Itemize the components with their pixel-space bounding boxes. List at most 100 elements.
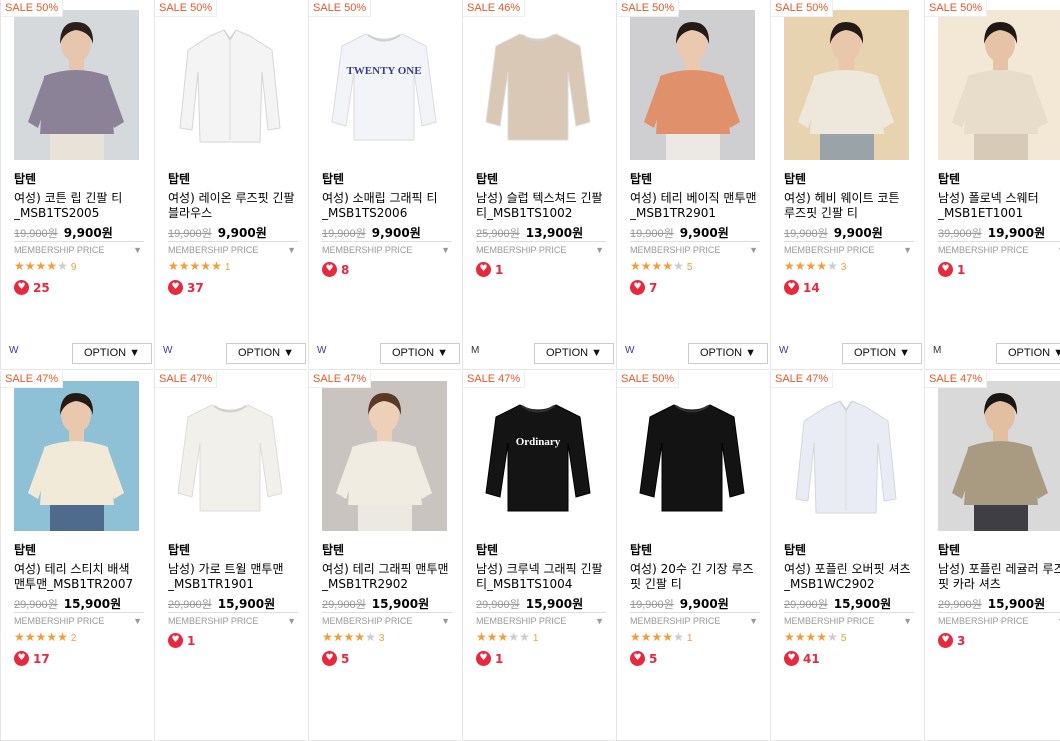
product-image[interactable]	[476, 10, 601, 160]
product-brand[interactable]: 탑텐	[14, 170, 36, 187]
product-name[interactable]: 여성) 헤비 웨이트 코튼 루즈핏 긴팔 티	[784, 191, 914, 221]
membership-price-toggle[interactable]: MEMBERSHIP PRICE▼	[322, 612, 452, 629]
like-counter[interactable]: ♥ 14	[784, 277, 820, 296]
product-name[interactable]: 남성) 폴로넥 스웨터 _MSB1ET1001	[938, 191, 1060, 221]
product-image[interactable]: TWENTY ONE	[322, 10, 447, 160]
membership-price-toggle[interactable]: MEMBERSHIP PRICE▼	[630, 612, 760, 629]
product-card[interactable]: SALE 50% 탑텐 여성) 테리 베이직 맨투맨_MSB1TR2901 19,9…	[616, 0, 769, 370]
product-brand[interactable]: 탑텐	[938, 170, 960, 187]
like-counter[interactable]: ♥ 7	[630, 277, 657, 296]
membership-price-toggle[interactable]: MEMBERSHIP PRICE▼	[14, 612, 144, 629]
product-image[interactable]	[168, 10, 293, 160]
product-brand[interactable]: 탑텐	[322, 170, 344, 187]
product-brand[interactable]: 탑텐	[14, 541, 36, 558]
heart-icon[interactable]: ♥	[476, 651, 491, 666]
product-brand[interactable]: 탑텐	[168, 170, 190, 187]
product-name[interactable]: 남성) 슬럽 텍스쳐드 긴팔 티_MSB1TS1002	[476, 191, 606, 221]
product-brand[interactable]: 탑텐	[630, 170, 652, 187]
heart-icon[interactable]: ♥	[168, 280, 183, 295]
product-card[interactable]: SALE 47% 탑텐 남성) 가로 트윌 맨투맨 _MSB1TR1901 29,90…	[154, 371, 307, 741]
product-card[interactable]: SALE 50% 탑텐 남성) 폴로넥 스웨터 _MSB1ET1001 39,900…	[924, 0, 1060, 370]
product-brand[interactable]: 탑텐	[168, 541, 190, 558]
option-button[interactable]: OPTION ▼	[72, 343, 152, 364]
membership-price-toggle[interactable]: MEMBERSHIP PRICE▼	[938, 612, 1060, 629]
product-name[interactable]: 여성) 20수 긴 기장 루즈핏 긴팔 티	[630, 562, 760, 592]
product-image[interactable]	[322, 381, 447, 531]
product-card[interactable]: SALE 50% TWENTY ONE 탑텐 여성) 소매립 그래픽 티 _MSB1T…	[308, 0, 461, 370]
option-button[interactable]: OPTION ▼	[688, 343, 768, 364]
option-button[interactable]: OPTION ▼	[380, 343, 460, 364]
product-image[interactable]	[14, 381, 139, 531]
like-counter[interactable]: ♥ 41	[784, 648, 820, 667]
product-card[interactable]: SALE 50% 탑텐 여성) 헤비 웨이트 코튼 루즈핏 긴팔 티 19,900원…	[770, 0, 923, 370]
product-card[interactable]: SALE 50% 탑텐 여성) 레이온 루즈핏 긴팔 블라우스 19,900원 9,90…	[154, 0, 307, 370]
product-name[interactable]: 남성) 가로 트윌 맨투맨 _MSB1TR1901	[168, 562, 298, 592]
like-counter[interactable]: ♥ 5	[322, 648, 349, 667]
like-counter[interactable]: ♥ 1	[938, 259, 965, 278]
like-counter[interactable]: ♥ 37	[168, 277, 204, 296]
product-image[interactable]	[938, 10, 1060, 160]
product-image[interactable]	[784, 10, 909, 160]
product-card[interactable]: SALE 50% 탑텐 여성) 코튼 립 긴팔 티 _MSB1TS2005 19,9…	[0, 0, 153, 370]
heart-icon[interactable]: ♥	[14, 651, 29, 666]
membership-price-toggle[interactable]: MEMBERSHIP PRICE▼	[476, 612, 606, 629]
like-counter[interactable]: ♥ 1	[168, 630, 195, 649]
product-brand[interactable]: 탑텐	[630, 541, 652, 558]
heart-icon[interactable]: ♥	[784, 651, 799, 666]
product-brand[interactable]: 탑텐	[784, 170, 806, 187]
product-name[interactable]: 남성) 크루넥 그래픽 긴팔 티_MSB1TS1004	[476, 562, 606, 592]
product-card[interactable]: SALE 47% 탑텐 여성) 포플린 오버핏 셔츠_MSB1WC2902 29,90…	[770, 371, 923, 741]
like-counter[interactable]: ♥ 1	[476, 648, 503, 667]
heart-icon[interactable]: ♥	[14, 280, 29, 295]
heart-icon[interactable]: ♥	[630, 651, 645, 666]
membership-price-toggle[interactable]: MEMBERSHIP PRICE▼	[168, 612, 298, 629]
product-image[interactable]	[630, 381, 755, 531]
like-counter[interactable]: ♥ 1	[476, 259, 503, 278]
product-brand[interactable]: 탑텐	[322, 541, 344, 558]
product-image[interactable]	[630, 10, 755, 160]
membership-price-toggle[interactable]: MEMBERSHIP PRICE▼	[630, 241, 760, 258]
membership-price-toggle[interactable]: MEMBERSHIP PRICE▼	[322, 241, 452, 258]
product-image[interactable]	[784, 381, 909, 531]
product-name[interactable]: 여성) 테리 베이직 맨투맨_MSB1TR2901	[630, 191, 760, 221]
heart-icon[interactable]: ♥	[476, 262, 491, 277]
product-name[interactable]: 여성) 레이온 루즈핏 긴팔 블라우스	[168, 191, 298, 221]
product-card[interactable]: SALE 47% 탑텐 여성) 테리 스티치 배색 맨투맨_MSB1TR2007 2…	[0, 371, 153, 741]
product-card[interactable]: SALE 47% 탑텐 남성) 포플린 레귤러 루즈핏 카라 셔츠 29,900원 1…	[924, 371, 1060, 741]
product-card[interactable]: SALE 47% 탑텐 여성) 테리 그래픽 맨투맨 _MSB1TR2902 29,…	[308, 371, 461, 741]
option-button[interactable]: OPTION ▼	[534, 343, 614, 364]
product-brand[interactable]: 탑텐	[784, 541, 806, 558]
product-brand[interactable]: 탑텐	[476, 170, 498, 187]
membership-price-toggle[interactable]: MEMBERSHIP PRICE▼	[938, 241, 1060, 258]
product-card[interactable]: SALE 46% 탑텐 남성) 슬럽 텍스쳐드 긴팔 티_MSB1TS1002 25,…	[462, 0, 615, 370]
like-counter[interactable]: ♥ 25	[14, 277, 50, 296]
membership-price-toggle[interactable]: MEMBERSHIP PRICE▼	[14, 241, 144, 258]
product-name[interactable]: 여성) 포플린 오버핏 셔츠_MSB1WC2902	[784, 562, 914, 592]
like-counter[interactable]: ♥ 5	[630, 648, 657, 667]
heart-icon[interactable]: ♥	[322, 651, 337, 666]
product-name[interactable]: 남성) 포플린 레귤러 루즈핏 카라 셔츠	[938, 562, 1060, 592]
like-counter[interactable]: ♥ 17	[14, 648, 50, 667]
product-card[interactable]: SALE 50% 탑텐 여성) 20수 긴 기장 루즈핏 긴팔 티 19,900원 9,…	[616, 371, 769, 741]
heart-icon[interactable]: ♥	[784, 280, 799, 295]
heart-icon[interactable]: ♥	[322, 262, 337, 277]
product-name[interactable]: 여성) 테리 그래픽 맨투맨 _MSB1TR2902	[322, 562, 452, 592]
membership-price-toggle[interactable]: MEMBERSHIP PRICE▼	[168, 241, 298, 258]
like-counter[interactable]: ♥ 8	[322, 259, 349, 278]
product-image[interactable]: Ordinary	[476, 381, 601, 531]
product-name[interactable]: 여성) 테리 스티치 배색 맨투맨_MSB1TR2007	[14, 562, 144, 592]
heart-icon[interactable]: ♥	[938, 633, 953, 648]
product-image[interactable]	[14, 10, 139, 160]
heart-icon[interactable]: ♥	[168, 633, 183, 648]
heart-icon[interactable]: ♥	[938, 262, 953, 277]
product-brand[interactable]: 탑텐	[938, 541, 960, 558]
product-image[interactable]	[938, 381, 1060, 531]
option-button[interactable]: OPTION ▼	[996, 343, 1060, 364]
option-button[interactable]: OPTION ▼	[842, 343, 922, 364]
like-counter[interactable]: ♥ 3	[938, 630, 965, 649]
membership-price-toggle[interactable]: MEMBERSHIP PRICE▼	[476, 241, 606, 258]
membership-price-toggle[interactable]: MEMBERSHIP PRICE▼	[784, 612, 914, 629]
option-button[interactable]: OPTION ▼	[226, 343, 306, 364]
heart-icon[interactable]: ♥	[630, 280, 645, 295]
membership-price-toggle[interactable]: MEMBERSHIP PRICE▼	[784, 241, 914, 258]
